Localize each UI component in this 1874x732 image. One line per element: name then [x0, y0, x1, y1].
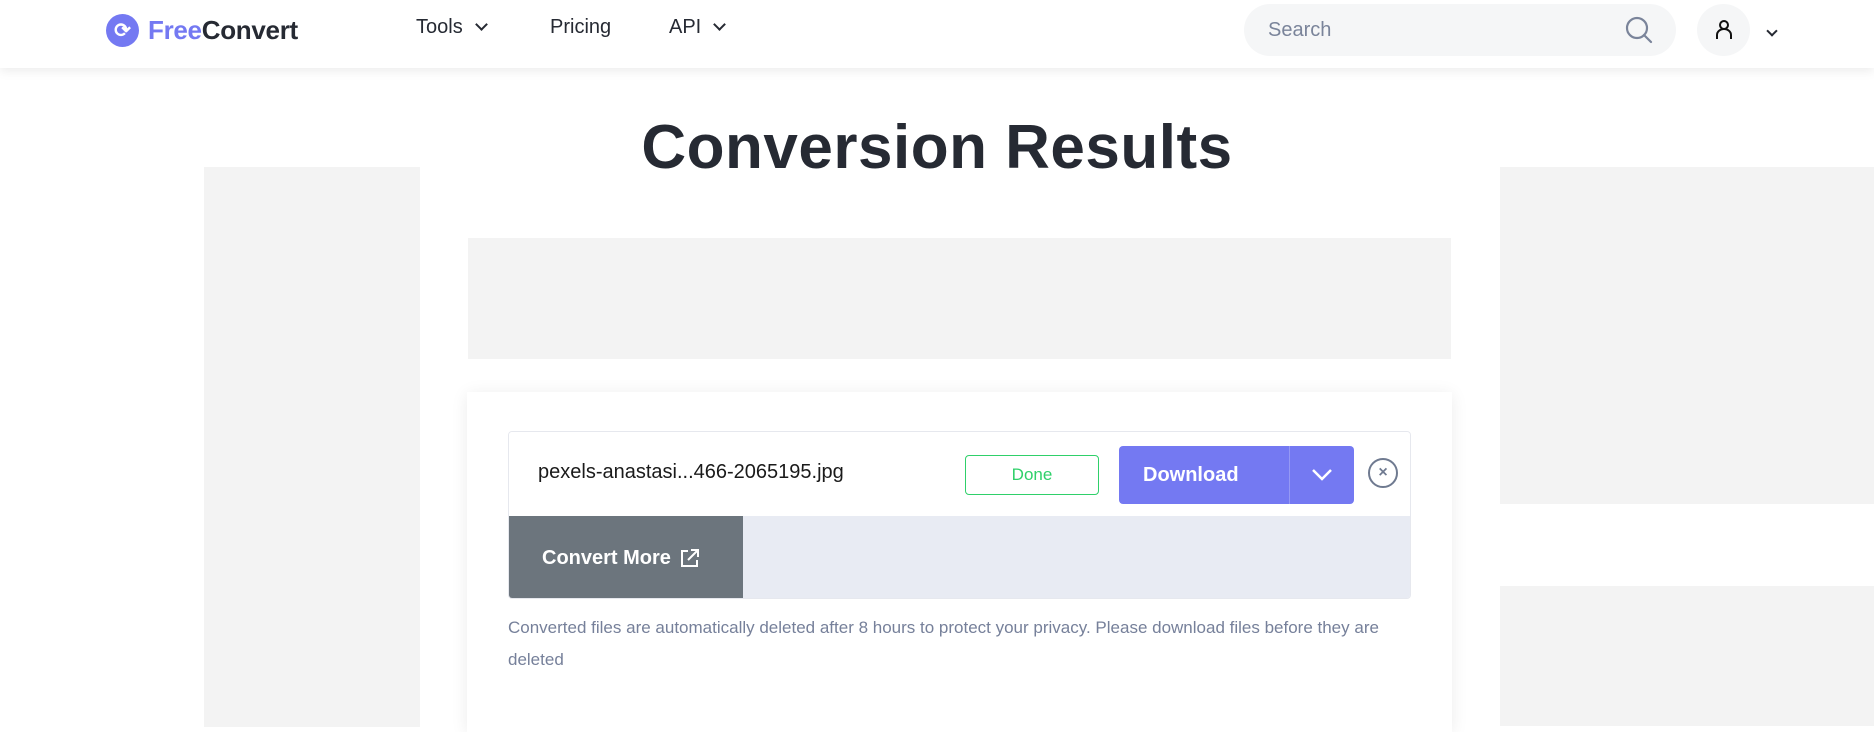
nav-tools[interactable]: Tools	[416, 16, 488, 39]
convert-more-label: Convert More	[542, 546, 671, 569]
search-icon[interactable]	[1624, 15, 1654, 45]
nav-tools-label: Tools	[416, 16, 463, 38]
refresh-logo-icon: ⟳	[106, 14, 139, 47]
chevron-down-icon	[713, 18, 727, 31]
ad-placeholder-left	[204, 167, 420, 727]
search-input[interactable]	[1268, 18, 1568, 42]
search-box	[1244, 4, 1676, 56]
chevron-down-icon[interactable]	[1762, 22, 1778, 40]
close-icon[interactable]: ×	[1368, 458, 1398, 488]
external-link-icon	[680, 549, 699, 567]
logo-text-free: Free	[148, 15, 202, 45]
download-options-button[interactable]	[1290, 446, 1354, 504]
status-badge: Done	[965, 455, 1099, 495]
nav-pricing-label: Pricing	[550, 16, 612, 38]
user-icon	[1715, 20, 1732, 39]
user-menu-button[interactable]	[1697, 4, 1750, 56]
file-name: pexels-anastasi...466-2065195.jpg	[538, 461, 844, 483]
download-button[interactable]: Download	[1119, 446, 1290, 504]
logo[interactable]: ⟳ FreeConvert	[106, 14, 298, 47]
ad-placeholder-top	[468, 238, 1451, 359]
file-result-row: pexels-anastasi...466-2065195.jpg Done D…	[508, 431, 1411, 599]
download-button-group: Download	[1119, 446, 1354, 504]
ad-placeholder-right-bottom	[1500, 586, 1874, 726]
ad-placeholder-right-top	[1500, 167, 1874, 504]
logo-text-convert: Convert	[201, 15, 298, 45]
chevron-down-icon	[474, 18, 488, 31]
privacy-note: Converted files are automatically delete…	[508, 618, 1379, 669]
nav-pricing[interactable]: Pricing	[550, 16, 611, 39]
convert-more-button[interactable]: Convert More	[509, 516, 743, 598]
chevron-down-icon	[1312, 469, 1332, 481]
header: ⟳ FreeConvert Tools Pricing API	[0, 0, 1874, 68]
nav-api[interactable]: API	[669, 16, 727, 39]
nav-api-label: API	[669, 16, 702, 38]
